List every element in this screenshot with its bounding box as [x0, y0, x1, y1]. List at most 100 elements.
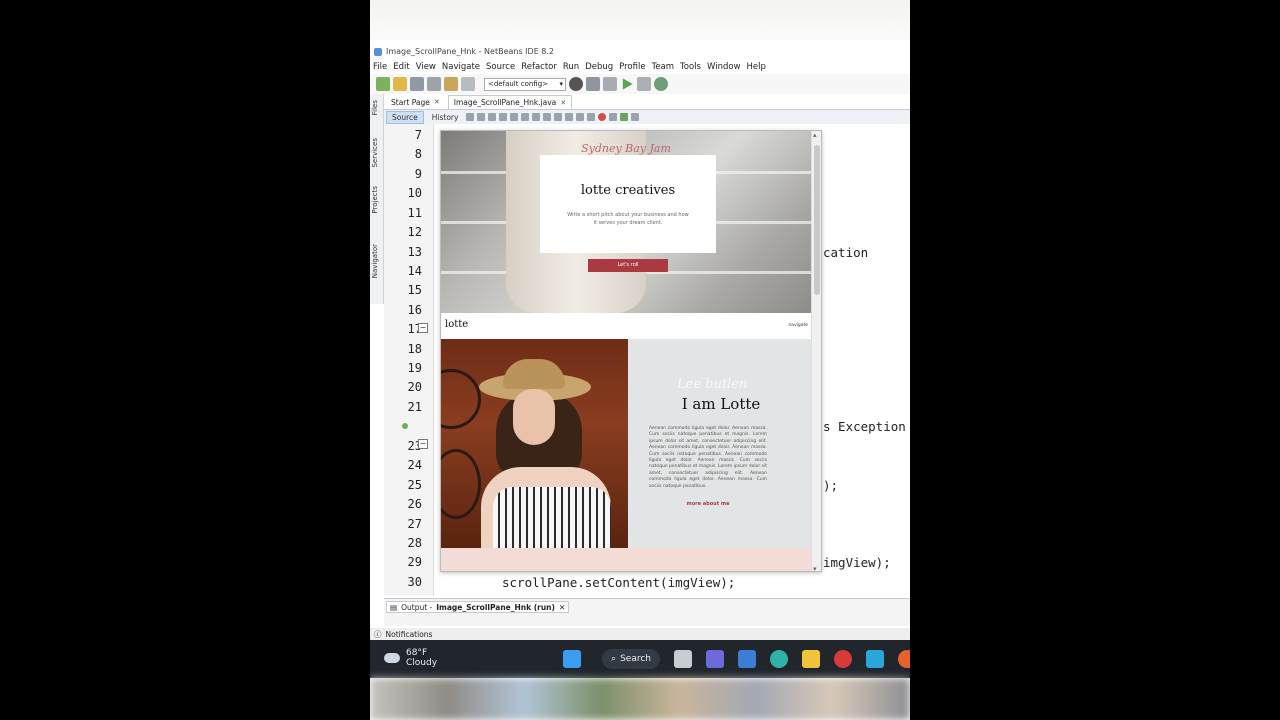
image-scrollpane-window[interactable]: Sydney Bay Jam lotte creatives Write a s…	[440, 130, 822, 572]
window-titlebar: Image_ScrollPane_Hnk - NetBeans IDE 8.2	[370, 43, 910, 60]
lets-roll-button[interactable]: Let's roll	[588, 259, 668, 272]
navigate-link[interactable]: navigate	[788, 323, 808, 328]
windows-start-icon[interactable]	[563, 650, 581, 668]
new-file-icon[interactable]	[376, 77, 390, 91]
find-previous-icon[interactable]	[510, 113, 519, 121]
tab-start-page[interactable]: Start Page ✕	[386, 95, 445, 109]
menu-window[interactable]: Window	[707, 62, 741, 72]
weather-widget[interactable]: 68°F Cloudy	[384, 648, 437, 668]
iron-ornament	[441, 369, 481, 429]
clean-build-icon[interactable]	[603, 77, 617, 91]
side-tab-files[interactable]: Files	[371, 100, 379, 115]
close-icon[interactable]: ✕	[560, 99, 566, 107]
menu-run[interactable]: Run	[563, 62, 579, 72]
close-icon[interactable]: ✕	[559, 603, 565, 612]
side-panel-strip: Files Services Projects Navigator	[370, 94, 384, 304]
build-hammer-icon[interactable]	[586, 77, 600, 91]
last-edit-icon[interactable]	[466, 113, 475, 121]
line-number: 18	[407, 342, 422, 356]
start-macro-icon[interactable]	[598, 113, 607, 121]
code-line: );	[823, 478, 839, 493]
run-icon[interactable]	[622, 78, 633, 90]
taskbar-search[interactable]: ⌕ Search	[602, 649, 660, 669]
file-explorer-icon[interactable]	[802, 650, 820, 668]
teams-icon[interactable]	[706, 650, 724, 668]
line-number: 20	[407, 380, 422, 394]
scroll-down-icon[interactable]: ▾	[813, 565, 817, 571]
l-app-icon[interactable]	[866, 650, 884, 668]
task-view-icon[interactable]	[674, 650, 692, 668]
open-project-icon[interactable]	[410, 77, 424, 91]
close-icon[interactable]: ✕	[434, 98, 440, 106]
find-next-icon[interactable]	[521, 113, 530, 121]
side-tab-navigator[interactable]: Navigator	[371, 244, 379, 278]
line-number-gutter: 7 8 9 10 11 12 13 14 15 16 17 18 19 20 2…	[384, 124, 434, 596]
firefox-icon[interactable]	[898, 650, 910, 668]
menu-file[interactable]: File	[373, 62, 387, 72]
line-number: 19	[407, 361, 422, 375]
code-line: cation	[823, 245, 869, 260]
menu-bar: File Edit View Navigate Source Refactor …	[370, 60, 910, 74]
tab-java-file[interactable]: Image_ScrollPane_Hnk.java ✕	[447, 95, 573, 109]
menu-refactor[interactable]: Refactor	[521, 62, 557, 72]
weather-condition: Cloudy	[406, 658, 438, 668]
menu-help[interactable]: Help	[747, 62, 766, 72]
stop-macro-icon[interactable]	[609, 113, 618, 121]
fold-toggle-icon[interactable]: −	[418, 439, 428, 449]
uncomment-icon[interactable]	[631, 113, 640, 121]
back-icon[interactable]	[477, 113, 486, 121]
shift-left-icon[interactable]	[576, 113, 585, 121]
undo-icon[interactable]	[444, 77, 458, 91]
new-project-icon[interactable]	[393, 77, 407, 91]
output-name: Image_ScrollPane_Hnk (run)	[436, 602, 555, 612]
mail-icon[interactable]	[738, 650, 756, 668]
edge-icon[interactable]	[770, 650, 788, 668]
menu-view[interactable]: View	[416, 62, 436, 72]
redo-icon[interactable]	[461, 77, 475, 91]
side-tab-services[interactable]: Services	[371, 138, 379, 168]
output-prefix: Output -	[401, 602, 433, 612]
shift-right-icon[interactable]	[587, 113, 596, 121]
more-about-me-link[interactable]: more about me	[641, 501, 775, 507]
scrollbar-thumb[interactable]	[814, 145, 820, 295]
menu-source[interactable]: Source	[486, 62, 515, 72]
profile-icon[interactable]	[654, 77, 668, 91]
side-tab-projects[interactable]: Projects	[371, 186, 379, 214]
hero-card: lotte creatives Write a short pitch abou…	[540, 155, 716, 253]
comment-icon[interactable]	[620, 113, 629, 121]
site-logo: lotte	[445, 319, 469, 330]
menu-debug[interactable]: Debug	[585, 62, 613, 72]
forward-icon[interactable]	[488, 113, 497, 121]
menu-edit[interactable]: Edit	[393, 62, 409, 72]
line-number: 14	[407, 264, 422, 278]
toggle-bookmark-icon[interactable]	[543, 113, 552, 121]
notifications-label[interactable]: Notifications	[386, 630, 433, 639]
globe-icon[interactable]	[569, 77, 583, 91]
config-select[interactable]: <default config>	[484, 77, 566, 91]
toggle-highlight-icon[interactable]	[532, 113, 541, 121]
menu-team[interactable]: Team	[652, 62, 674, 72]
line-number: 13	[407, 245, 422, 259]
scroll-up-icon[interactable]: ▴	[813, 131, 817, 139]
recorder-icon[interactable]	[834, 650, 852, 668]
menu-profile[interactable]: Profile	[619, 62, 645, 72]
previous-bookmark-icon[interactable]	[554, 113, 563, 121]
tab-label: Image_ScrollPane_Hnk.java	[453, 98, 557, 107]
source-tab[interactable]: Source	[386, 110, 424, 124]
vertical-scrollbar[interactable]: ▴ ▾	[811, 131, 821, 571]
line-number: 11	[407, 206, 422, 220]
fold-toggle-icon[interactable]: −	[418, 323, 428, 333]
override-marker-icon[interactable]	[402, 423, 408, 429]
menu-tools[interactable]: Tools	[680, 62, 701, 72]
output-tab[interactable]: ▤ Output - Image_ScrollPane_Hnk (run) ✕	[386, 601, 570, 613]
history-tab[interactable]: History	[427, 112, 464, 123]
next-bookmark-icon[interactable]	[565, 113, 574, 121]
screen-recording-frame: Image_ScrollPane_Hnk - NetBeans IDE 8.2 …	[370, 0, 910, 720]
menu-navigate[interactable]: Navigate	[442, 62, 480, 72]
debug-icon[interactable]	[637, 77, 651, 91]
save-all-icon[interactable]	[427, 77, 441, 91]
hero-section: Sydney Bay Jam lotte creatives Write a s…	[441, 131, 812, 313]
hero-script-text: Sydney Bay Jam	[581, 142, 671, 155]
notifications-icon[interactable]: ⓘ	[374, 629, 382, 640]
find-icon[interactable]	[499, 113, 508, 121]
